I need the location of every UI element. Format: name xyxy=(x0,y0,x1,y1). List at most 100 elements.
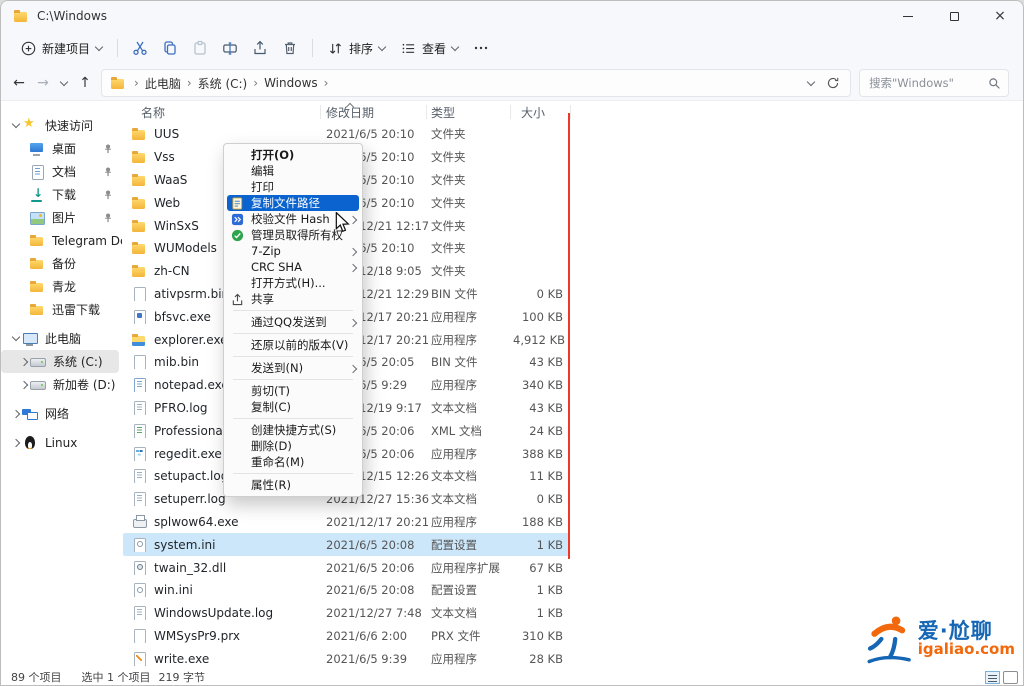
sidebar-item-downloads[interactable]: 下载 xyxy=(1,183,122,206)
address-bar[interactable]: ›此电脑›系统 (C:)›Windows› xyxy=(101,69,851,97)
rename-button[interactable] xyxy=(215,35,245,61)
context-menu-item[interactable]: 属性(R) xyxy=(224,477,362,493)
search-box[interactable] xyxy=(859,69,1009,97)
view-label: 查看 xyxy=(422,40,446,57)
sidebar-item-linux[interactable]: Linux xyxy=(1,431,122,454)
context-menu-item-label: 属性(R) xyxy=(251,477,291,493)
details-view-toggle[interactable] xyxy=(985,671,1000,684)
sidebar-item-label: Telegram Desktop xyxy=(52,234,122,248)
folder-icon xyxy=(131,241,147,255)
context-menu-item[interactable]: 打开方式(H)... xyxy=(224,275,362,291)
sidebar-item-label: 桌面 xyxy=(52,140,76,157)
explorer-icon xyxy=(131,333,147,347)
new-item-button[interactable]: 新建项目 xyxy=(13,35,110,62)
context-menu-item[interactable]: 发送到(N) xyxy=(224,360,362,376)
column-header-row: 名称 修改日期 类型 大小 xyxy=(123,101,1023,123)
context-menu-item[interactable]: 复制(C) xyxy=(224,399,362,415)
file-row[interactable]: WMSysPr9.prx2021/6/6 2:00PRX 文件310 KB xyxy=(123,625,569,648)
download-icon xyxy=(29,188,45,202)
file-name: win.ini xyxy=(131,583,326,597)
sidebar-item-documents[interactable]: 文档 xyxy=(1,160,122,183)
sidebar-item-thunder-download[interactable]: 迅雷下载 xyxy=(1,298,122,321)
forward-button[interactable]: → xyxy=(31,70,55,96)
sort-button[interactable]: 排序 xyxy=(320,35,393,62)
file-name: twain_32.dll xyxy=(131,561,326,575)
context-menu-item[interactable]: 还原以前的版本(V) xyxy=(224,337,362,353)
view-button[interactable]: 查看 xyxy=(393,35,466,62)
submenu-arrow-icon xyxy=(350,212,356,226)
hash-verify-icon xyxy=(231,213,244,226)
star-icon xyxy=(22,119,38,133)
sidebar-item-qinglong[interactable]: 青龙 xyxy=(1,275,122,298)
context-menu-item-label: 剪切(T) xyxy=(251,383,290,399)
copy-button[interactable] xyxy=(155,35,185,61)
sort-label: 排序 xyxy=(349,40,373,57)
file-name: WMSysPr9.prx xyxy=(131,629,326,643)
file-icon xyxy=(131,287,147,301)
back-button[interactable]: ← xyxy=(7,70,31,96)
context-menu-item[interactable]: CRC SHA xyxy=(224,259,362,275)
column-header-type[interactable]: 类型 xyxy=(431,104,455,121)
file-row[interactable]: WindowsUpdate.log2021/12/27 7:48文本文档1 KB xyxy=(123,602,569,625)
paste-button[interactable] xyxy=(185,35,215,61)
breadcrumb-item[interactable]: 此电脑 xyxy=(145,75,181,92)
context-menu-item[interactable]: 7-Zip xyxy=(224,243,362,259)
breadcrumb-item[interactable]: Windows xyxy=(264,76,318,90)
sidebar-item-desktop[interactable]: 桌面 xyxy=(1,137,122,160)
copy-path-icon xyxy=(231,197,244,210)
sidebar-item-telegram-desktop[interactable]: Telegram Desktop xyxy=(1,229,122,252)
sidebar-item-backup[interactable]: 备份 xyxy=(1,252,122,275)
context-menu-item[interactable]: 共享 xyxy=(224,291,362,307)
column-header-size[interactable]: 大小 xyxy=(521,104,545,121)
share-button[interactable] xyxy=(245,35,275,61)
refresh-icon[interactable] xyxy=(826,76,840,90)
sidebar-item-new-volume-d[interactable]: 新加卷 (D:) xyxy=(1,373,122,396)
chevron-right-icon[interactable] xyxy=(17,382,30,388)
search-input[interactable] xyxy=(860,76,1008,90)
delete-button[interactable] xyxy=(275,35,305,61)
thumbnail-view-toggle[interactable] xyxy=(1003,671,1018,684)
context-menu-item[interactable]: 重命名(M) xyxy=(224,454,362,470)
context-menu-item[interactable]: 编辑 xyxy=(224,163,362,179)
chevron-right-icon[interactable] xyxy=(17,359,30,365)
sidebar-item-label: 备份 xyxy=(52,255,76,272)
column-header-name[interactable]: 名称 xyxy=(141,104,165,121)
sidebar-item-system-c[interactable]: 系统 (C:) xyxy=(1,350,119,373)
chevron-down-icon[interactable] xyxy=(9,337,22,340)
document-icon xyxy=(29,165,45,179)
minimize-button[interactable] xyxy=(885,1,931,31)
file-row[interactable]: splwow64.exe2021/12/17 20:21应用程序188 KB xyxy=(123,511,569,534)
chevron-down-icon[interactable] xyxy=(9,124,22,127)
address-dropdown-icon[interactable] xyxy=(807,77,815,85)
context-menu-item[interactable]: 通过QQ发送到 xyxy=(224,314,362,330)
chevron-right-icon[interactable] xyxy=(9,411,22,417)
sidebar-item-this-pc[interactable]: 此电脑 xyxy=(1,327,122,350)
sidebar-item-quick-access[interactable]: 快速访问 xyxy=(1,114,122,137)
more-button[interactable] xyxy=(466,35,496,61)
chevron-right-icon[interactable] xyxy=(9,440,22,446)
breadcrumb-item[interactable]: 系统 (C:) xyxy=(198,75,248,92)
history-dropdown-button[interactable] xyxy=(55,70,73,96)
file-name: WindowsUpdate.log xyxy=(131,606,326,620)
context-menu-item[interactable]: 打印 xyxy=(224,179,362,195)
file-row[interactable]: system.ini2021/6/5 20:08配置设置1 KB xyxy=(123,533,569,556)
context-menu-item[interactable]: 复制文件路径 xyxy=(227,195,359,211)
context-menu-item[interactable]: 打开(O) xyxy=(224,147,362,163)
close-button[interactable]: × xyxy=(977,1,1023,31)
file-row[interactable]: write.exe2021/6/5 9:39应用程序28 KB xyxy=(123,647,569,670)
maximize-button[interactable] xyxy=(931,1,977,31)
sidebar-item-pictures[interactable]: 图片 xyxy=(1,206,122,229)
location-folder-icon xyxy=(110,76,126,90)
up-button[interactable]: ↑ xyxy=(73,70,97,96)
new-item-label: 新建项目 xyxy=(42,40,90,57)
file-row[interactable]: twain_32.dll2021/6/5 20:06应用程序扩展67 KB xyxy=(123,556,569,579)
context-menu-item[interactable]: 创建快捷方式(S) xyxy=(224,422,362,438)
file-row[interactable]: win.ini2021/6/5 20:08配置设置1 KB xyxy=(123,579,569,602)
file-size: 4,912 KB xyxy=(513,333,563,347)
sidebar-item-network[interactable]: 网络 xyxy=(1,402,122,425)
file-size: 43 KB xyxy=(513,401,563,415)
context-menu-item[interactable]: 删除(D) xyxy=(224,438,362,454)
submenu-arrow-icon xyxy=(350,361,356,375)
cut-button[interactable] xyxy=(125,35,155,61)
context-menu-item[interactable]: 剪切(T) xyxy=(224,383,362,399)
